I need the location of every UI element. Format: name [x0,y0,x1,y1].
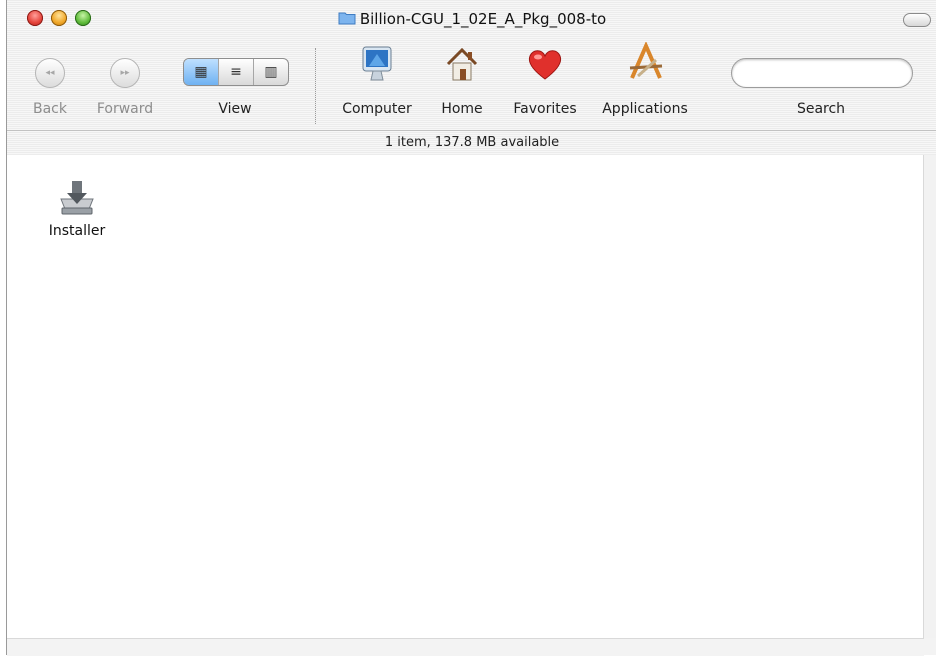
computer-icon [362,46,392,81]
applications-label: Applications [602,101,688,117]
finder-window: Billion-CGU_1_02E_A_Pkg_008-to ◂◂ Back ▸… [6,0,936,656]
search-field[interactable] [731,58,913,88]
resize-grip-icon[interactable] [924,638,936,655]
file-item-installer[interactable]: Installer [37,177,117,239]
forward-arrow-icon: ▸▸ [110,58,140,88]
heart-icon [528,50,562,80]
window-title: Billion-CGU_1_02E_A_Pkg_008-to [359,10,607,28]
home-label: Home [441,101,483,117]
back-button[interactable]: ◂◂ Back [27,38,73,130]
view-segmented-control[interactable]: ▦ ≡ ▥ [183,58,289,86]
horizontal-scrollbar[interactable] [7,638,924,656]
vertical-scrollbar[interactable] [923,155,936,638]
computer-label: Computer [342,101,412,117]
home-button[interactable]: Home [431,38,493,130]
forward-button[interactable]: ▸▸ Forward [89,38,161,130]
toolbar-toggle-button[interactable] [903,13,931,27]
folder-icon [338,12,356,25]
status-bar: 1 item, 137.8 MB available [7,130,936,155]
column-view-icon[interactable]: ▥ [253,59,288,85]
back-arrow-icon: ◂◂ [35,58,65,88]
favorites-label: Favorites [513,101,577,117]
window-chrome: Billion-CGU_1_02E_A_Pkg_008-to ◂◂ Back ▸… [7,0,936,156]
icon-view-icon[interactable]: ▦ [184,59,218,85]
search-label: Search [796,101,846,117]
title-bar[interactable]: Billion-CGU_1_02E_A_Pkg_008-to [7,0,936,38]
window-title-container: Billion-CGU_1_02E_A_Pkg_008-to [7,10,936,28]
toolbar-separator [315,48,316,124]
view-label: View [218,101,252,117]
list-view-icon[interactable]: ≡ [218,59,253,85]
applications-icon [629,42,663,79]
forward-label: Forward [96,101,154,117]
search-input[interactable] [746,61,900,87]
home-icon [446,47,478,81]
favorites-button[interactable]: Favorites [503,38,587,130]
computer-button[interactable]: Computer [335,38,419,130]
file-browser-area[interactable]: Installer [7,155,924,638]
toolbar: ◂◂ Back ▸▸ Forward ▦ ≡ ▥ View Computer H… [7,38,936,130]
file-name: Installer [48,223,106,239]
back-label: Back [33,101,67,117]
installer-icon [60,181,94,215]
applications-button[interactable]: Applications [593,38,697,130]
